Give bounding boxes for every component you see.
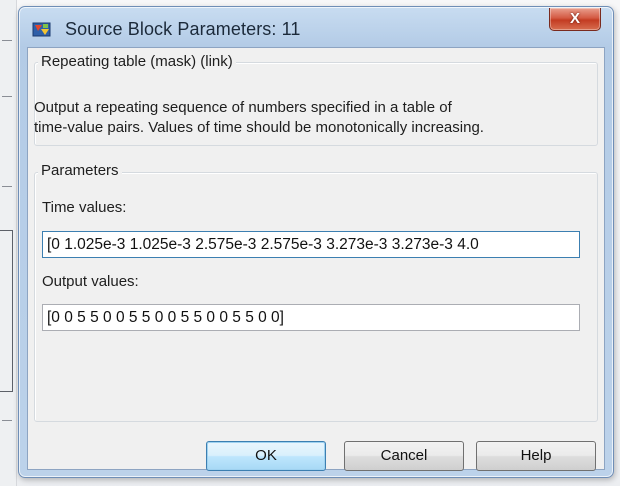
dialog-window: Source Block Parameters: 11 X Repeating … [18, 6, 614, 478]
parameters-group-title: Parameters [38, 162, 122, 179]
background-tick [2, 96, 12, 97]
mask-group-title: Repeating table (mask) (link) [38, 53, 236, 70]
background-block [0, 230, 13, 392]
close-button[interactable]: X [549, 8, 601, 31]
output-values-input[interactable]: [0 0 5 5 0 0 5 5 0 0 5 5 0 0 5 5 0 0] [42, 304, 580, 331]
description-line: Output a repeating sequence of numbers s… [34, 99, 452, 116]
description-line: time-value pairs. Values of time should … [34, 119, 484, 136]
mask-description: Output a repeating sequence of numbers s… [34, 98, 594, 138]
dialog-client-area: Repeating table (mask) (link) Output a r… [27, 47, 605, 471]
background-tick [2, 40, 12, 41]
desktop: Source Block Parameters: 11 X Repeating … [0, 0, 620, 486]
output-values-label: Output values: [42, 273, 139, 290]
simulink-block-icon [32, 22, 51, 37]
ok-button[interactable]: OK [206, 441, 326, 471]
background-window-edge [0, 0, 17, 486]
background-tick [2, 420, 12, 421]
cancel-button[interactable]: Cancel [344, 441, 464, 471]
title-bar[interactable]: Source Block Parameters: 11 X [19, 7, 613, 47]
time-values-input[interactable]: [0 1.025e-3 1.025e-3 2.575e-3 2.575e-3 3… [42, 231, 580, 258]
window-title: Source Block Parameters: 11 [65, 19, 301, 39]
close-icon: X [569, 10, 580, 27]
help-button[interactable]: Help [476, 441, 596, 471]
background-tick [2, 186, 12, 187]
time-values-label: Time values: [42, 199, 127, 216]
